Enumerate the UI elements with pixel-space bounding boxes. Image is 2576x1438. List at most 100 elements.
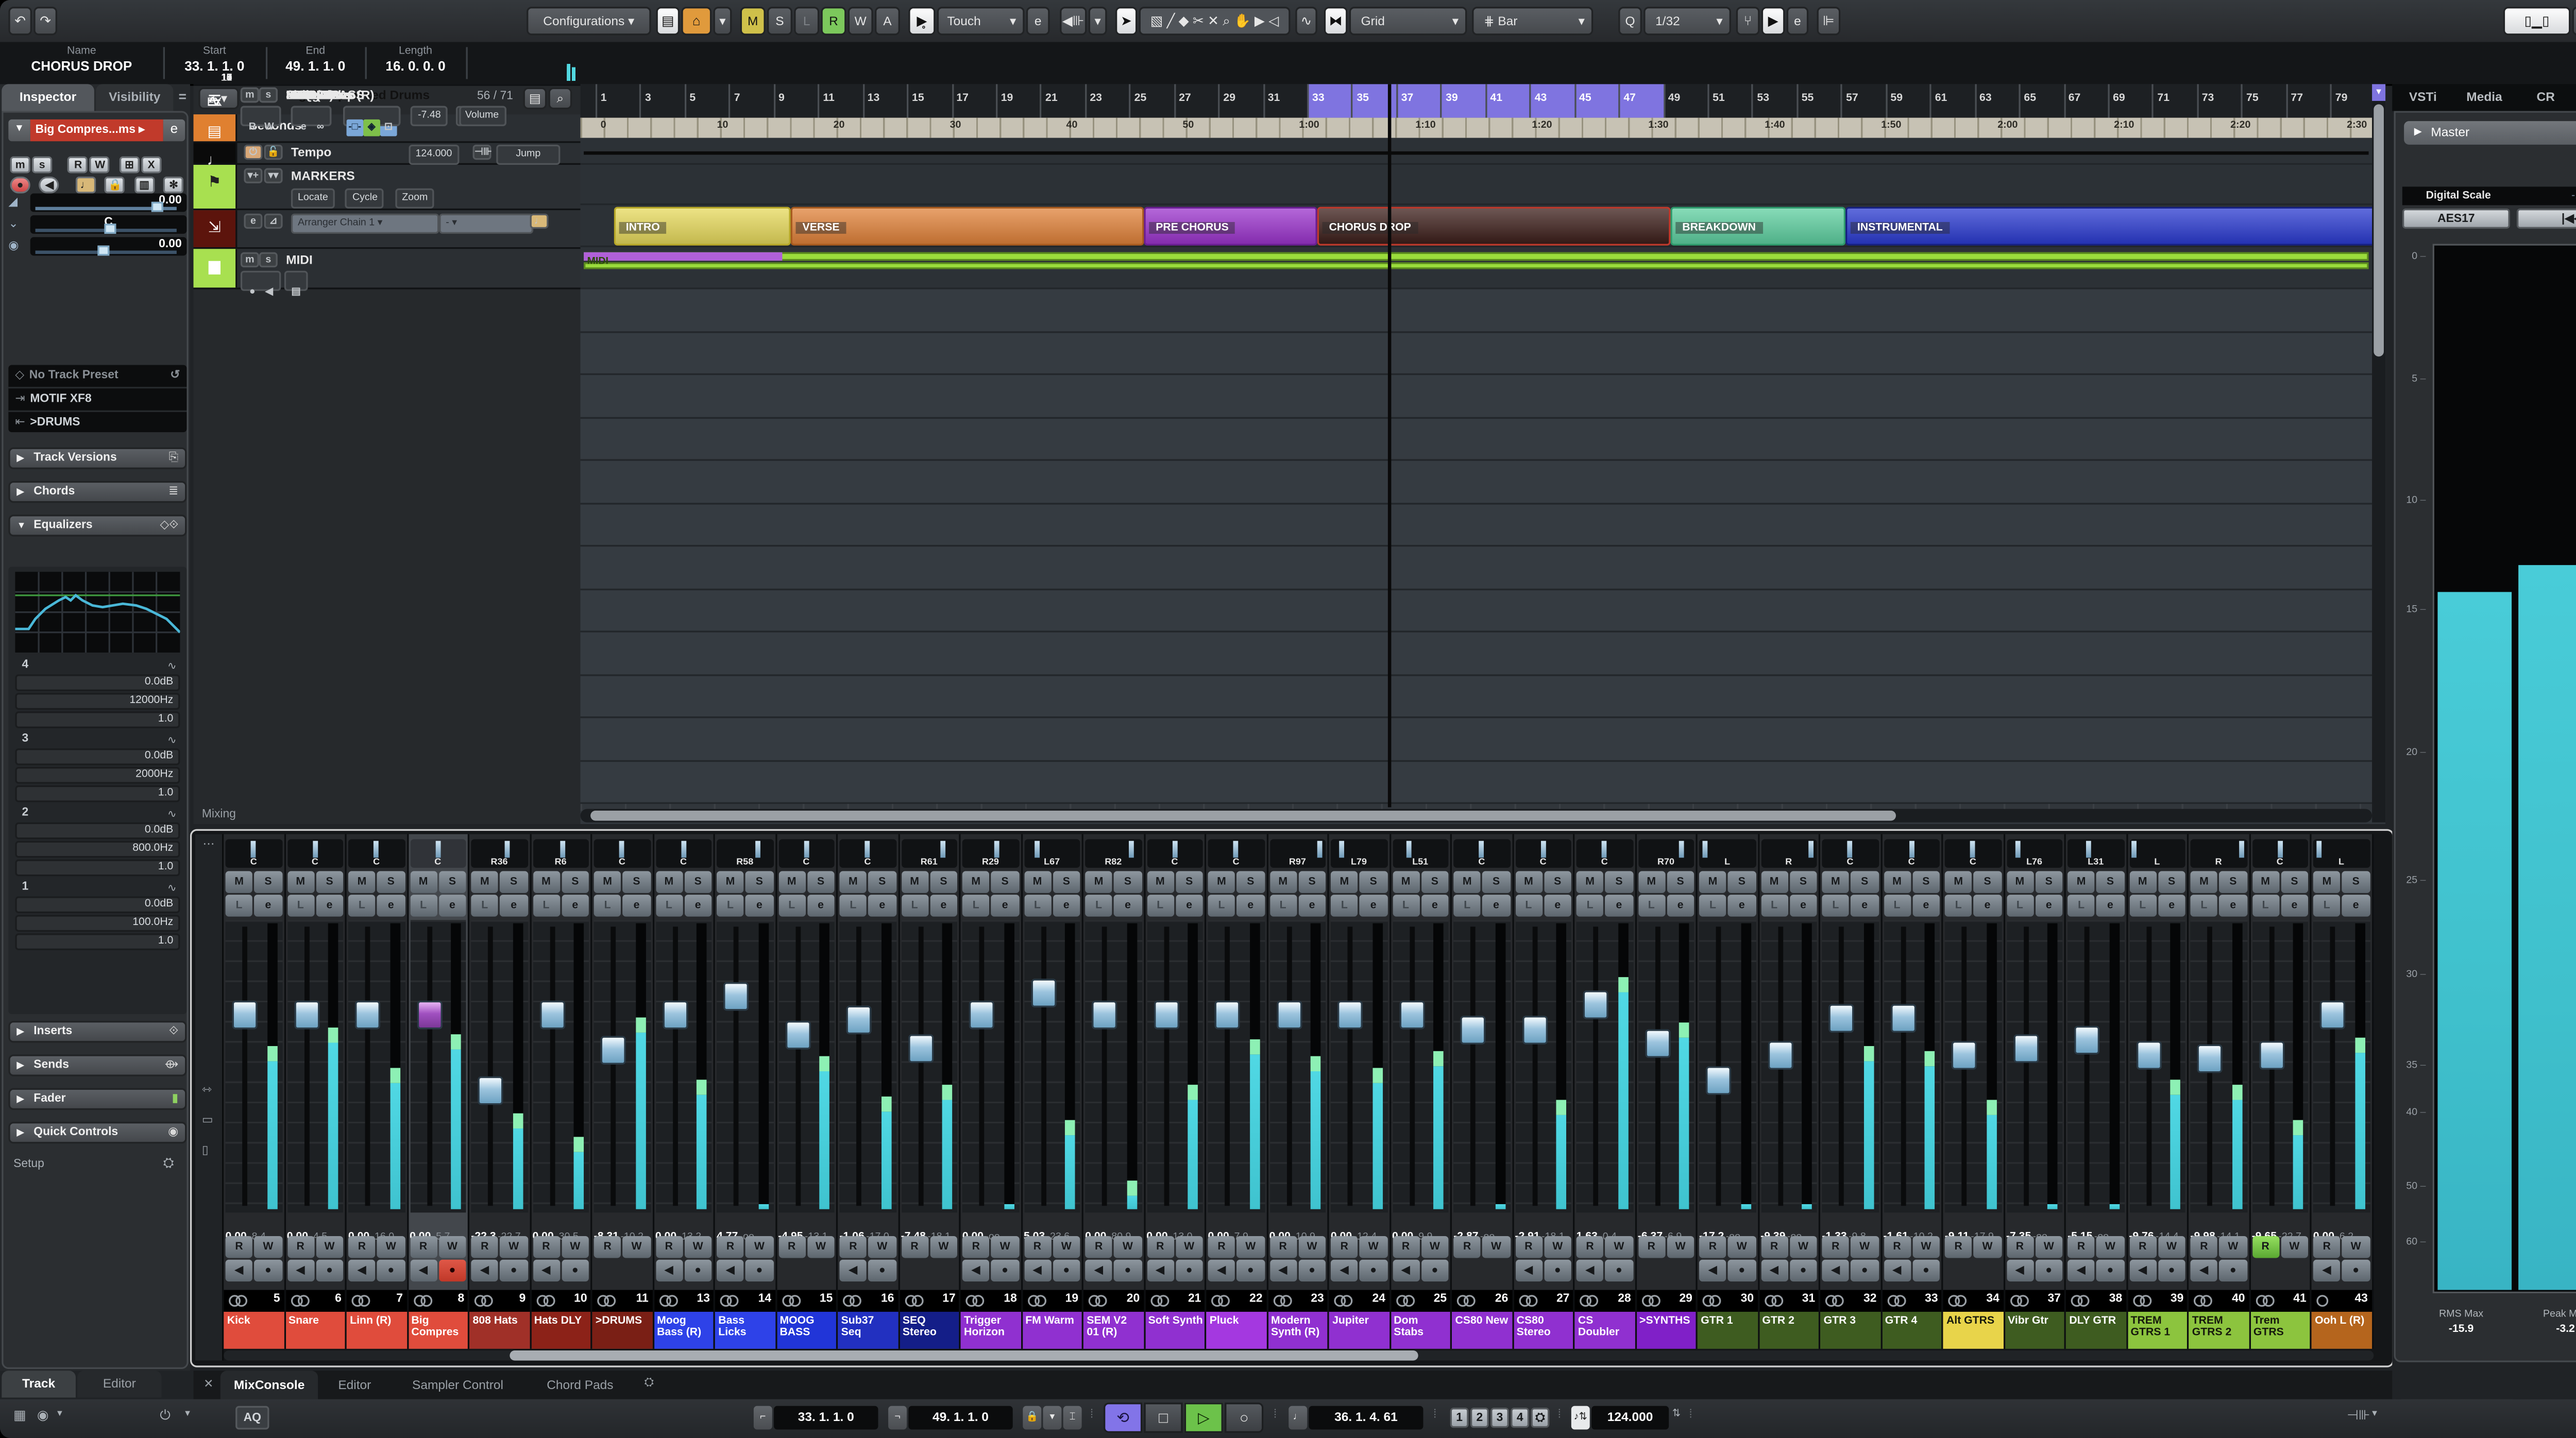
monitor-button[interactable]: ◀ xyxy=(532,1259,560,1282)
mute-button[interactable]: m xyxy=(240,87,259,103)
listen-button[interactable]: L xyxy=(532,895,560,917)
eq-gain-field[interactable]: 0.0dB xyxy=(15,674,180,692)
zoom-palette-icon[interactable]: ▯ xyxy=(202,1143,209,1157)
pan-control[interactable]: R xyxy=(1760,839,1817,868)
read-button[interactable]: R xyxy=(1146,1236,1174,1258)
go-to-left-locator-icon[interactable]: ⌐ xyxy=(753,1406,772,1430)
edit-channel-button[interactable]: e xyxy=(2158,895,2185,917)
read-button[interactable]: R xyxy=(1453,1236,1481,1258)
channel-name[interactable]: MOOG BASS xyxy=(776,1311,836,1349)
arranger-event[interactable]: INSTRUMENTAL xyxy=(1845,207,2376,246)
folder-part-midi[interactable] xyxy=(584,252,783,261)
mute-button[interactable]: M xyxy=(1392,871,1420,893)
solo-button[interactable]: S xyxy=(2342,871,2370,893)
fader-area[interactable] xyxy=(1392,920,1449,1213)
write-button[interactable]: W xyxy=(561,1236,589,1258)
pan-control[interactable]: C xyxy=(655,839,712,868)
fader-handle[interactable] xyxy=(2197,1043,2223,1072)
solo-button[interactable]: S xyxy=(2035,871,2063,893)
chevron-down-icon[interactable]: ▾ xyxy=(57,1408,62,1419)
fader-handle[interactable] xyxy=(907,1033,933,1063)
tempo-field[interactable]: 124.000 xyxy=(1591,1406,1669,1430)
lock-icon[interactable]: 🔒 xyxy=(105,176,125,194)
fader-area[interactable] xyxy=(2129,920,2185,1213)
listen-button[interactable]: L xyxy=(2129,895,2157,917)
record-arm-button[interactable]: ● xyxy=(2035,1259,2063,1282)
write-button[interactable]: W xyxy=(2219,1236,2247,1258)
pan-control[interactable]: R70 xyxy=(1637,839,1694,868)
left-zone-tab-track[interactable]: Track xyxy=(2,1371,76,1398)
write-button[interactable]: W xyxy=(929,1236,957,1258)
section-inserts[interactable]: ▶ Inserts ⟐ xyxy=(8,1021,187,1043)
pan-control[interactable]: C xyxy=(839,839,896,868)
edit-channel-button[interactable]: e xyxy=(1114,895,1142,917)
monitor-button[interactable]: ◀ xyxy=(225,1259,253,1282)
write-button[interactable]: W xyxy=(1114,1236,1142,1258)
write-button[interactable]: W xyxy=(2342,1236,2370,1258)
listen-button[interactable]: L xyxy=(1515,895,1543,917)
read-button[interactable]: R xyxy=(778,1236,806,1258)
read-button[interactable]: R xyxy=(1085,1236,1113,1258)
write-button[interactable]: W xyxy=(2096,1236,2124,1258)
mixer-channel-strip[interactable]: R6 MS Le 0.00-30.5 RW ◀● 10 Hats DLY xyxy=(531,834,592,1349)
solo-button[interactable]: S xyxy=(1236,871,1264,893)
write-button[interactable]: W xyxy=(745,1236,773,1258)
tool-buttons[interactable]: ▧ ╱ ◆ ✂ ✕ ⌕ ✋ ▶ ◁ xyxy=(1139,7,1291,36)
lanes-icon[interactable]: ▥ xyxy=(134,176,155,194)
lock-punch-icon[interactable]: 🔒 xyxy=(1023,1406,1042,1430)
record-arm-button[interactable]: ● xyxy=(745,1259,773,1282)
mixer-channel-strip[interactable]: L MS Le 0.00-6.2 RW ◀● 43 Ooh L (R) xyxy=(2311,834,2373,1349)
channel-name[interactable]: Soft Synth xyxy=(1145,1311,1205,1349)
mixer-channel-strip[interactable]: R MS Le -9.39-oo RW ◀● 31 GTR 2 xyxy=(1758,834,1821,1349)
listen-button[interactable]: L xyxy=(1208,895,1235,917)
monitor-button[interactable]: ◀ xyxy=(1822,1259,1850,1282)
fader-handle[interactable] xyxy=(539,1001,565,1030)
fader-area[interactable] xyxy=(1883,920,1940,1213)
monitor-button[interactable]: ◀ xyxy=(39,176,60,194)
mixer-channel-strip[interactable]: R82 MS Le 0.00-80.9 RW ◀● 20 SEM V2 01 (… xyxy=(1083,834,1145,1349)
fader-area[interactable] xyxy=(410,920,466,1213)
pan-control[interactable]: C xyxy=(1944,839,2002,868)
read-button[interactable]: R xyxy=(962,1236,990,1258)
record-arm-button[interactable]: ● xyxy=(1851,1259,1878,1282)
record-arm-button[interactable]: ● xyxy=(1605,1259,1633,1282)
monitor-button[interactable]: ◀ xyxy=(286,1259,314,1282)
midi-folder-track-row[interactable]: ▆ ms MIDI ● ◀ ▤ xyxy=(193,249,581,298)
read-button[interactable]: R xyxy=(348,1236,376,1258)
solo-button[interactable]: S xyxy=(868,871,896,893)
record-arm-button[interactable]: ● xyxy=(1789,1259,1817,1282)
solo-button[interactable]: S xyxy=(929,871,957,893)
mute-button[interactable]: M xyxy=(1637,871,1665,893)
lanes[interactable]: INTRO VERSE PRE CHORUS CHORUS DROP BREAKDOWN… xyxy=(580,138,2376,811)
edit-channel-button[interactable]: e xyxy=(438,895,466,917)
event-display[interactable]: 1 3 5 7 9 11 13 15 17 19 21 23 25 27 29 31 33 35 37 39 41 43 4… xyxy=(580,84,2386,825)
write-button[interactable]: W xyxy=(1175,1236,1203,1258)
solo-button[interactable]: S xyxy=(745,871,773,893)
mute-button[interactable]: M xyxy=(2006,871,2033,893)
mixer-channel-strip[interactable]: C MS Le 0.00-8.4 RW ◀● 5 Kick xyxy=(224,834,285,1349)
read-button[interactable]: R xyxy=(1576,1236,1604,1258)
pan-control[interactable]: C xyxy=(594,839,651,868)
mute-button[interactable]: M xyxy=(532,871,560,893)
mixer-channel-strip[interactable]: L51 MS Le 0.00-9.9 RW ◀● 25 Dom Stabs xyxy=(1390,834,1452,1349)
fader-area[interactable] xyxy=(2067,920,2124,1213)
edit-channel-button[interactable]: e xyxy=(1912,895,1940,917)
chevron-down-icon[interactable]: ▾ xyxy=(1088,7,1107,36)
section-track-versions[interactable]: ▶ Track Versions ⎘ xyxy=(8,447,187,470)
fader-handle[interactable] xyxy=(1583,991,1608,1020)
track-lane[interactable] xyxy=(580,546,2372,590)
automation-icon[interactable]: ▶̥ xyxy=(908,7,936,36)
eq-q-field[interactable]: 1.0 xyxy=(15,933,180,950)
meter-source-button[interactable]: ▶ Master xyxy=(2404,121,2576,145)
read-all-button[interactable]: R xyxy=(821,7,846,36)
monitor-button[interactable]: ◀ xyxy=(2067,1259,2095,1282)
mute-button[interactable]: M xyxy=(348,871,376,893)
solo-button[interactable]: S xyxy=(1360,871,1387,893)
setup-gear-icon[interactable]: ⛭ xyxy=(163,1155,174,1172)
channel-name[interactable]: SEQ Stereo xyxy=(899,1311,959,1349)
monitor-button[interactable]: ◀ xyxy=(1146,1259,1174,1282)
pan-control[interactable]: C xyxy=(1515,839,1571,868)
fader-handle[interactable] xyxy=(1092,1001,1117,1030)
listen-button[interactable]: L xyxy=(1023,895,1052,917)
fader-area[interactable] xyxy=(1023,920,1080,1213)
